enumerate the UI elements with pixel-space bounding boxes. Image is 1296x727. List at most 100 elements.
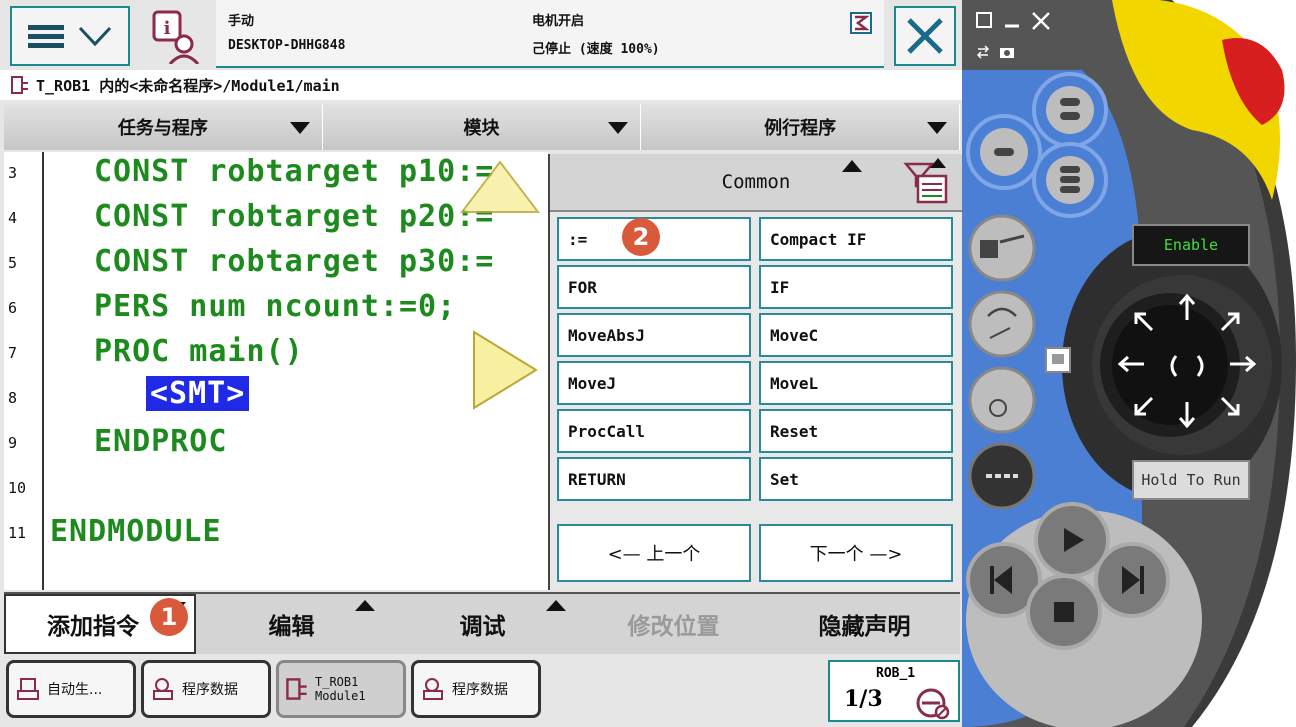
motor-state: 电机开启 bbox=[532, 14, 585, 29]
hamburger-icon bbox=[28, 21, 64, 52]
tab-label: 任务与程序 bbox=[117, 118, 208, 139]
operating-mode: 手动 bbox=[228, 14, 255, 29]
instr-movej[interactable]: MoveJ bbox=[557, 361, 751, 405]
instr-label: Compact IF bbox=[770, 229, 867, 249]
instr-label: FOR bbox=[568, 277, 597, 297]
instr-for[interactable]: FOR bbox=[557, 265, 751, 309]
instruction-category-header[interactable]: Common bbox=[550, 154, 962, 212]
instr-label: ProcCall bbox=[568, 421, 646, 441]
instr-compact-if[interactable]: Compact IF bbox=[759, 217, 953, 261]
minimize-icon[interactable] bbox=[1002, 10, 1022, 30]
next-page-button[interactable]: 下一个 —> bbox=[759, 524, 953, 582]
instr-moveabsj[interactable]: MoveAbsJ bbox=[557, 313, 751, 357]
side-keys bbox=[968, 214, 1036, 510]
smt-label: <SMT> bbox=[146, 376, 250, 411]
instr-return[interactable]: RETURN bbox=[557, 457, 751, 501]
step-badge-1: 1 bbox=[150, 598, 188, 636]
modify-position-button[interactable]: 修改位置 bbox=[578, 594, 769, 654]
status-bar: 手动 DESKTOP-DHHG848 电机开启 己停止 (速度 100%) bbox=[216, 0, 884, 68]
previous-page-button[interactable]: <— 上一个 bbox=[557, 524, 751, 582]
instr-label: MoveL bbox=[770, 373, 819, 393]
line-number: 4 bbox=[8, 209, 18, 227]
line-number: 7 bbox=[8, 344, 18, 362]
line-number: 10 bbox=[8, 479, 27, 497]
instr-movec[interactable]: MoveC bbox=[759, 313, 953, 357]
add-instruction-label: 添加指令 bbox=[47, 614, 139, 640]
taskbar-label: 自动生... bbox=[47, 682, 103, 698]
code-line[interactable]: ENDPROC bbox=[94, 424, 227, 459]
dropdown-arrow-icon bbox=[289, 122, 310, 134]
instr-label: Set bbox=[770, 469, 799, 489]
quickset-button[interactable]: ROB_1 1/3 bbox=[828, 660, 960, 722]
code-line[interactable]: PERS num ncount:=0; bbox=[94, 289, 456, 324]
tab-tasks-programs[interactable]: 任务与程序 bbox=[4, 104, 323, 150]
program-control-keys bbox=[966, 502, 1202, 727]
stop-icon bbox=[1054, 602, 1074, 622]
dropdown-arrow-icon bbox=[927, 122, 948, 134]
tab-label: 模块 bbox=[463, 118, 500, 139]
breadcrumb-path: T_ROB1 内的<未命名程序>/Module1/main bbox=[36, 76, 340, 95]
tab-label: 例行程序 bbox=[764, 118, 837, 139]
code-line[interactable]: CONST robtarget p10:= bbox=[94, 154, 494, 189]
line-number: 3 bbox=[8, 164, 18, 182]
instruction-filter-icon[interactable] bbox=[902, 158, 952, 208]
mechanical-unit-label: ROB_1 bbox=[876, 666, 916, 681]
line-number: 5 bbox=[8, 254, 18, 272]
abb-menu-button[interactable] bbox=[10, 6, 130, 66]
tab-modules[interactable]: 模块 bbox=[322, 104, 642, 150]
code-line[interactable]: CONST robtarget p20:= bbox=[94, 199, 494, 234]
joystick[interactable] bbox=[1112, 286, 1262, 436]
scroll-up-arrow[interactable] bbox=[458, 158, 542, 214]
code-line[interactable]: ENDMODULE bbox=[50, 514, 222, 549]
line-number-gutter: 3 4 5 6 7 8 9 10 11 bbox=[4, 152, 44, 590]
hide-declarations-label: 隐藏声明 bbox=[818, 614, 911, 640]
line-number: 6 bbox=[8, 299, 18, 317]
modify-position-label: 修改位置 bbox=[627, 614, 720, 640]
taskbar-label: 程序数据 bbox=[182, 682, 238, 698]
close-window-icon[interactable] bbox=[1030, 10, 1052, 32]
usb-port-icon bbox=[1045, 347, 1071, 373]
instr-set[interactable]: Set bbox=[759, 457, 953, 501]
restore-icon[interactable] bbox=[974, 10, 994, 30]
caret-up-icon bbox=[355, 600, 375, 611]
category-title: Common bbox=[721, 171, 791, 193]
debug-label: 调试 bbox=[459, 614, 506, 640]
instr-proccall[interactable]: ProcCall bbox=[557, 409, 751, 453]
close-button[interactable] bbox=[894, 6, 956, 66]
event-log-icon[interactable]: i bbox=[148, 8, 208, 64]
code-line[interactable]: CONST robtarget p30:= bbox=[94, 244, 494, 279]
speed-override-icon bbox=[916, 688, 950, 720]
code-editor[interactable]: 3 4 5 6 7 8 9 10 11 CONST robtarget p10:… bbox=[4, 152, 548, 590]
app-icon bbox=[17, 678, 39, 700]
program-data-icon bbox=[153, 678, 173, 700]
smt-placeholder[interactable]: <SMT> bbox=[146, 376, 250, 411]
hide-declarations-button[interactable]: 隐藏声明 bbox=[769, 594, 960, 654]
breadcrumb: T_ROB1 内的<未命名程序>/Module1/main bbox=[0, 70, 962, 100]
taskbar-item-program-data-2[interactable]: 程序数据 bbox=[411, 660, 541, 718]
mechanical-unit-icon bbox=[850, 12, 872, 34]
instr-label: MoveC bbox=[770, 325, 819, 345]
taskbar-item-program-data-1[interactable]: 程序数据 bbox=[141, 660, 271, 718]
instr-if[interactable]: IF bbox=[759, 265, 953, 309]
window-controls bbox=[974, 10, 1062, 32]
swap-camera-icons[interactable] bbox=[976, 44, 1016, 60]
pendant-hardware: Enable Hold To Run bbox=[962, 0, 1296, 727]
scroll-right-arrow[interactable] bbox=[470, 328, 540, 412]
debug-button[interactable]: 调试 bbox=[387, 594, 578, 654]
edit-label: 编辑 bbox=[268, 614, 315, 640]
taskbar-label: 程序数据 bbox=[452, 682, 508, 698]
instr-reset[interactable]: Reset bbox=[759, 409, 953, 453]
instruction-picker-panel: Common := Compact IF FOR IF MoveAbsJ Mov… bbox=[548, 154, 962, 590]
code-line[interactable]: PROC main() bbox=[94, 334, 304, 369]
chevron-down-icon bbox=[78, 26, 112, 47]
line-number: 9 bbox=[8, 434, 18, 452]
instr-movel[interactable]: MoveL bbox=[759, 361, 953, 405]
tab-routines[interactable]: 例行程序 bbox=[641, 104, 961, 150]
instr-label: := bbox=[568, 229, 588, 249]
taskbar-item-auto-gen[interactable]: 自动生... bbox=[6, 660, 136, 718]
taskbar-item-program-editor[interactable]: T_ROB1 Module1 bbox=[276, 660, 406, 718]
instr-label: MoveAbsJ bbox=[568, 325, 646, 345]
edit-button[interactable]: 编辑 bbox=[196, 594, 387, 654]
next-label: 下一个 —> bbox=[809, 544, 903, 565]
hold-to-run-button[interactable]: Hold To Run bbox=[1132, 460, 1250, 500]
